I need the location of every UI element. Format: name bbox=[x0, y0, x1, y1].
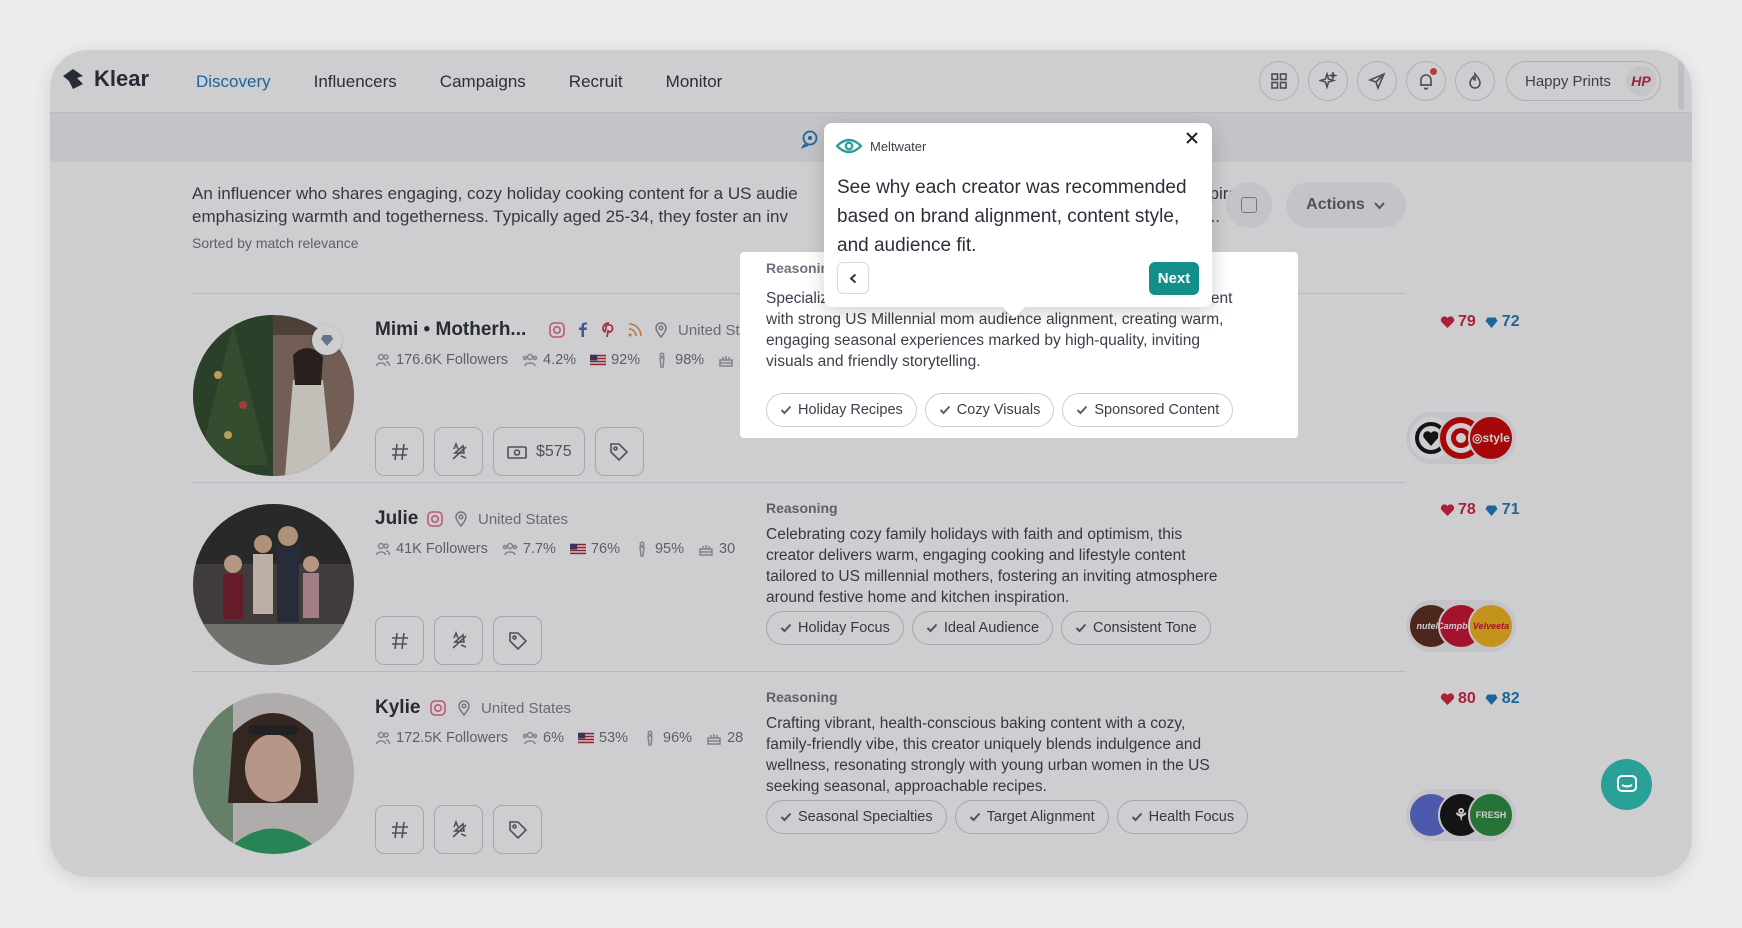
app-window: Klear Discovery Influencers Campaigns Re… bbox=[50, 50, 1692, 877]
check-icon bbox=[1077, 405, 1088, 415]
reasoning-tags: Holiday Recipes Cozy Visuals Sponsored C… bbox=[766, 393, 1234, 427]
close-button[interactable] bbox=[1186, 131, 1202, 147]
close-icon bbox=[1186, 132, 1198, 144]
scrollbar[interactable] bbox=[1678, 60, 1684, 110]
tag-label: Sponsored Content bbox=[1094, 402, 1220, 418]
tooltip-brand-name: Meltwater bbox=[870, 138, 927, 154]
next-button[interactable]: Next bbox=[1149, 262, 1199, 295]
chat-bubble-icon bbox=[1616, 774, 1637, 792]
tag-chip[interactable]: Cozy Visuals bbox=[924, 393, 1055, 427]
tour-tooltip: Meltwater See why each creator was recom… bbox=[824, 123, 1212, 319]
tag-chip[interactable]: Holiday Recipes bbox=[766, 393, 917, 427]
tooltip-message: See why each creator was recommended bas… bbox=[837, 177, 1187, 256]
tag-label: Cozy Visuals bbox=[956, 402, 1041, 418]
tooltip-brand: Meltwater bbox=[836, 137, 926, 155]
tag-chip[interactable]: Sponsored Content bbox=[1062, 393, 1234, 427]
support-chat-button[interactable] bbox=[1601, 759, 1652, 810]
check-icon bbox=[939, 405, 951, 415]
chevron-left-icon bbox=[848, 273, 856, 283]
tag-label: Holiday Recipes bbox=[798, 402, 903, 418]
check-icon bbox=[780, 405, 792, 415]
back-button[interactable] bbox=[837, 262, 869, 294]
meltwater-eye-icon bbox=[836, 138, 862, 154]
